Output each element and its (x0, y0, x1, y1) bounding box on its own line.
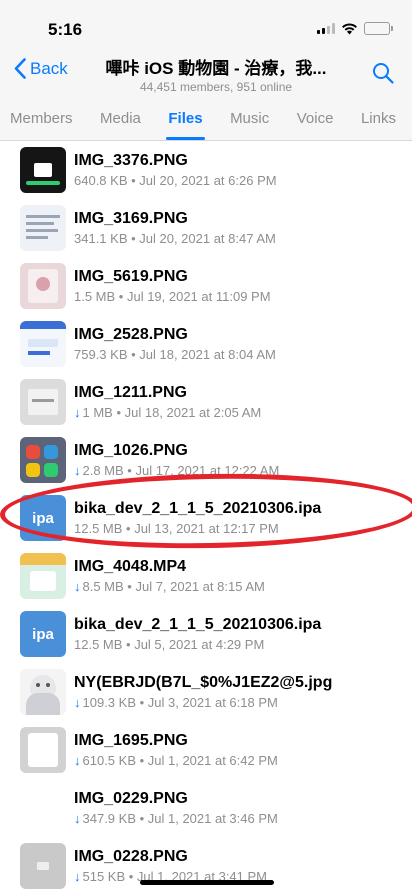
file-name: IMG_4048.MP4 (74, 558, 187, 575)
file-meta: ↓ 1 MB • Jul 18, 2021 at 2:05 AM (74, 405, 262, 420)
tab-media[interactable]: Media (100, 98, 141, 139)
navigation-bar: Back 嗶咔 iOS 動物園 - 治療，我... 44,451 members… (0, 44, 412, 96)
chevron-left-icon (14, 58, 26, 79)
ipa-file-icon: ipa (20, 611, 66, 657)
file-row[interactable]: IMG_3169.PNG 341.1 KB • Jul 20, 2021 at … (0, 199, 412, 257)
file-meta: ↓ 109.3 KB • Jul 3, 2021 at 6:18 PM (74, 695, 278, 710)
file-thumbnail (20, 437, 66, 483)
back-label: Back (30, 58, 68, 78)
file-thumbnail (20, 553, 66, 599)
file-meta: 1.5 MB • Jul 19, 2021 at 11:09 PM (74, 289, 271, 304)
tab-music[interactable]: Music (230, 98, 269, 139)
tab-links[interactable]: Links (361, 98, 396, 139)
tab-bar: Members Media Files Music Voice Links (0, 96, 412, 140)
status-icons (317, 22, 393, 35)
battery-icon (364, 22, 393, 35)
file-row[interactable]: IMG_1211.PNG ↓ 1 MB • Jul 18, 2021 at 2:0… (0, 373, 412, 431)
file-name: IMG_0228.PNG (74, 848, 188, 865)
download-arrow-icon[interactable]: ↓ (74, 695, 81, 710)
back-button[interactable]: Back (14, 58, 68, 79)
download-arrow-icon[interactable]: ↓ (74, 405, 81, 420)
file-meta: ↓ 8.5 MB • Jul 7, 2021 at 8:15 AM (74, 579, 265, 594)
file-name: IMG_1211.PNG (74, 384, 187, 401)
tab-files[interactable]: Files (166, 98, 205, 140)
download-arrow-icon[interactable]: ↓ (74, 753, 81, 768)
download-arrow-icon[interactable]: ↓ (74, 811, 81, 826)
file-thumbnail (20, 205, 66, 251)
file-row[interactable]: NY(EBRJD(B7L_$0%J1EZ2@5.jpg ↓ 109.3 KB • … (0, 663, 412, 721)
file-meta: ↓ 2.8 MB • Jul 17, 2021 at 12:22 AM (74, 463, 280, 478)
file-thumbnail (20, 669, 66, 715)
file-row[interactable]: IMG_1695.PNG ↓ 610.5 KB • Jul 1, 2021 at … (0, 721, 412, 779)
chat-title-area[interactable]: 嗶咔 iOS 動物園 - 治療，我... 44,451 members, 951… (80, 54, 352, 94)
tab-voice[interactable]: Voice (297, 98, 334, 139)
file-meta: ↓ 610.5 KB • Jul 1, 2021 at 6:42 PM (74, 753, 278, 768)
file-name: IMG_0229.PNG (74, 790, 188, 807)
file-row[interactable]: IMG_1026.PNG ↓ 2.8 MB • Jul 17, 2021 at 1… (0, 431, 412, 489)
signal-icon (317, 23, 335, 34)
file-row[interactable]: IMG_2528.PNG 759.3 KB • Jul 18, 2021 at … (0, 315, 412, 373)
download-arrow-icon[interactable]: ↓ (74, 579, 81, 594)
ipa-file-icon: ipa (20, 495, 66, 541)
file-row[interactable]: IMG_0229.PNG ↓ 347.9 KB • Jul 1, 2021 at … (0, 779, 412, 837)
home-indicator[interactable] (140, 880, 274, 885)
file-meta: 640.8 KB • Jul 20, 2021 at 6:26 PM (74, 173, 277, 188)
file-row[interactable]: IMG_4048.MP4 ↓ 8.5 MB • Jul 7, 2021 at 8:… (0, 547, 412, 605)
file-meta: 759.3 KB • Jul 18, 2021 at 8:04 AM (74, 347, 276, 362)
file-thumbnail (20, 727, 66, 773)
file-name: bika_dev_2_1_1_5_20210306.ipa (74, 616, 322, 633)
wifi-icon (342, 22, 357, 34)
file-name: IMG_5619.PNG (74, 268, 188, 285)
file-row[interactable]: IMG_3376.PNG 640.8 KB • Jul 20, 2021 at … (0, 141, 412, 199)
header: 5:16 Back 嗶咔 iOS 動物園 - 治療，我... 44,451 me… (0, 0, 412, 141)
file-thumbnail (20, 147, 66, 193)
file-meta: 12.5 MB • Jul 13, 2021 at 12:17 PM (74, 521, 279, 536)
tab-members[interactable]: Members (10, 98, 73, 139)
file-list: IMG_3376.PNG 640.8 KB • Jul 20, 2021 at … (0, 141, 412, 890)
file-meta: 12.5 MB • Jul 5, 2021 at 4:29 PM (74, 637, 265, 652)
file-row[interactable]: ipa bika_dev_2_1_1_5_20210306.ipa 12.5 M… (0, 605, 412, 663)
file-name: NY(EBRJD(B7L_$0%J1EZ2@5.jpg (74, 674, 333, 691)
file-row[interactable]: IMG_5619.PNG 1.5 MB • Jul 19, 2021 at 11… (0, 257, 412, 315)
file-thumbnail (20, 379, 66, 425)
status-bar: 5:16 (0, 0, 412, 44)
file-name: IMG_3169.PNG (74, 210, 188, 227)
file-name: IMG_3376.PNG (74, 152, 188, 169)
file-thumbnail (20, 321, 66, 367)
search-icon[interactable] (372, 62, 394, 84)
download-arrow-icon[interactable]: ↓ (74, 869, 81, 884)
file-meta: ↓ 347.9 KB • Jul 1, 2021 at 3:46 PM (74, 811, 278, 826)
page-title: 嗶咔 iOS 動物園 - 治療，我... (105, 59, 327, 78)
file-thumbnail (20, 263, 66, 309)
file-thumbnail (20, 843, 66, 889)
member-count: 44,451 members, 951 online (139, 80, 293, 94)
file-name: IMG_1026.PNG (74, 442, 188, 459)
file-name: bika_dev_2_1_1_5_20210306.ipa (74, 500, 322, 517)
file-thumbnail (20, 785, 66, 831)
file-name: IMG_1695.PNG (74, 732, 188, 749)
file-row[interactable]: ipa bika_dev_2_1_1_5_20210306.ipa 12.5 M… (0, 489, 412, 547)
file-name: IMG_2528.PNG (74, 326, 188, 343)
download-arrow-icon[interactable]: ↓ (74, 463, 81, 478)
file-meta: 341.1 KB • Jul 20, 2021 at 8:47 AM (74, 231, 276, 246)
status-time: 5:16 (48, 20, 83, 39)
